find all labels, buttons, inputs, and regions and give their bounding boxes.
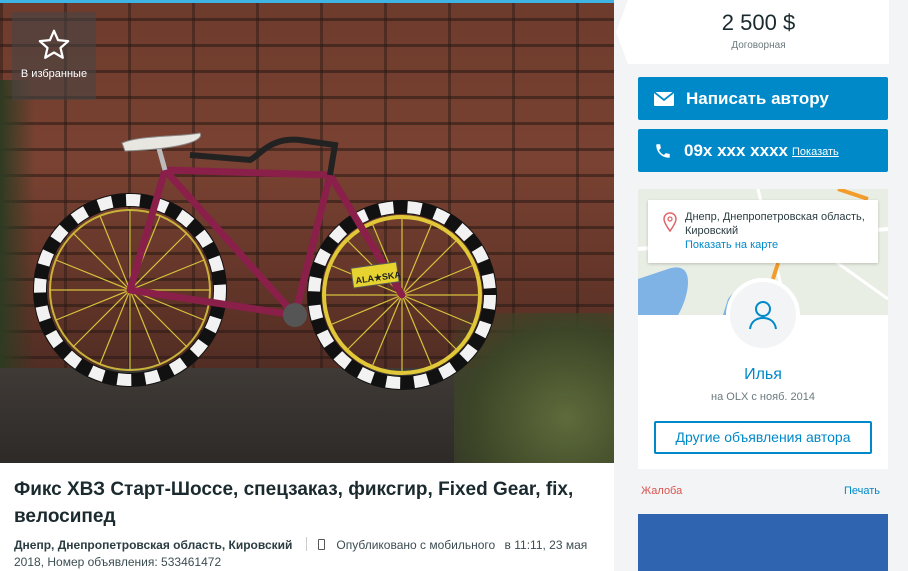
favorites-label: В избранные [20, 68, 88, 80]
message-author-button[interactable]: Написать автору [638, 77, 888, 120]
price-box: 2 500 $ Договорная [616, 0, 889, 64]
user-icon [749, 301, 777, 330]
published-time: в 11:11, 23 мая [504, 538, 588, 552]
listing-number: 2018, Номер объявления: 533461472 [14, 555, 222, 569]
listing-meta: Днепр, Днепропетровская область, Кировск… [14, 537, 600, 571]
address-card: Днепр, Днепропетровская область, Кировск… [648, 200, 878, 263]
price-negotiable: Договорная [731, 40, 786, 51]
bike-seat [121, 132, 202, 171]
ad-banner[interactable] [638, 514, 888, 571]
add-to-favorites-button[interactable]: В избранные [12, 12, 96, 100]
envelope-icon [654, 91, 674, 106]
bicycle-image: ALA★SKA [33, 132, 497, 390]
author-card: Днепр, Днепропетровская область, Кировск… [638, 189, 888, 469]
price-amount: 2 500 $ [721, 10, 796, 35]
show-on-map-link[interactable]: Показать на карте [685, 239, 870, 251]
phone-icon [656, 143, 670, 158]
author-address: Днепр, Днепропетровская область, Кировск… [685, 211, 865, 237]
message-author-label: Написать автору [686, 88, 829, 108]
price-arrow [616, 0, 628, 64]
listing-title: Фикс ХВЗ Старт-Шоссе, спецзаказ, фиксгир… [14, 479, 574, 527]
author-member-since: на OLX с нояб. 2014 [711, 391, 815, 403]
author-avatar[interactable] [726, 278, 800, 352]
meta-divider [305, 537, 307, 551]
star-outline-icon [38, 29, 70, 59]
listing-header: Фикс ХВЗ Старт-Шоссе, спецзаказ, фиксгир… [0, 463, 614, 571]
show-phone-link[interactable]: Показать [792, 146, 839, 158]
published-from-mobile: Опубликовано с мобильного [336, 538, 496, 552]
other-ads-button[interactable]: Другие объявления автора [654, 421, 872, 454]
listing-page: ALA★SKA В избранные Фикс ХВЗ Старт-Шоссе… [0, 0, 908, 571]
author-name[interactable]: Илья [638, 366, 888, 384]
listing-location[interactable]: Днепр, Днепропетровская область, Кировск… [14, 538, 292, 552]
show-phone-button[interactable]: 09x xxx xxxx Показать [638, 129, 888, 172]
chainring [283, 303, 307, 327]
bike-frame [126, 166, 406, 319]
print-link[interactable]: Печать [844, 485, 880, 497]
report-link[interactable]: Жалоба [641, 485, 682, 497]
mobile-phone-icon [318, 539, 326, 550]
location-pin-icon [663, 212, 677, 232]
phone-masked: 09x xxx xxxx [684, 140, 788, 160]
listing-photo[interactable]: ALA★SKA В избранные [0, 0, 614, 463]
photo-top-accent [0, 0, 614, 3]
